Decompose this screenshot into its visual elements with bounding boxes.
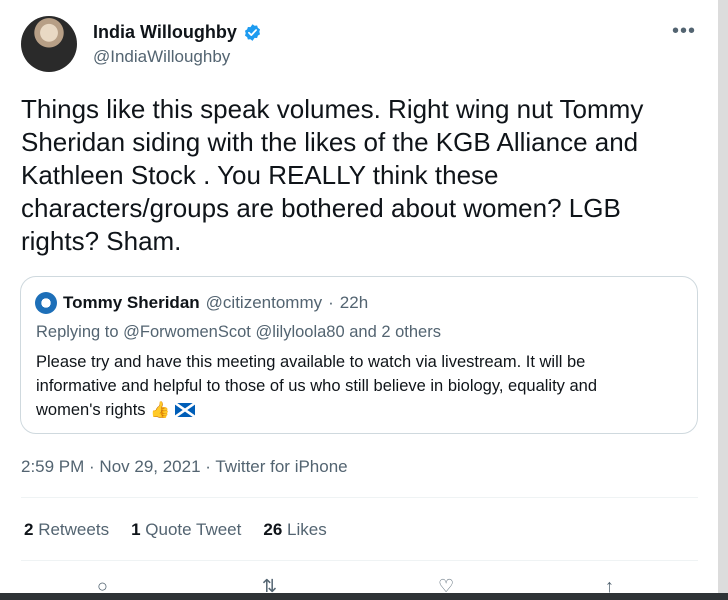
thumbs-up-icon: 👍 xyxy=(150,402,171,419)
quoted-text-line-2: informative and helpful to those of us w… xyxy=(36,377,598,395)
more-options-icon[interactable]: ••• xyxy=(672,20,696,43)
action-bar: ○ ⇅ ♡ ↑ xyxy=(0,577,728,595)
quoted-text-line-3: women's rights 👍 xyxy=(36,398,676,423)
bottom-bar xyxy=(0,593,728,600)
quoted-text: Please try and have this meeting availab… xyxy=(36,350,676,423)
quoted-separator: · xyxy=(328,293,334,312)
replying-prefix: Replying to xyxy=(36,323,119,341)
tweet-timestamp[interactable]: 2:59 PM · Nov 29, 2021 · Twitter for iPh… xyxy=(21,457,348,477)
retweets-label: Retweets xyxy=(38,520,110,539)
tweet-stats: 2 Retweets 1 Quote Tweet 26 Likes xyxy=(24,520,327,540)
quoted-author-handle: @citizentommy xyxy=(205,293,323,312)
divider-top xyxy=(21,497,698,498)
like-icon[interactable]: ♡ xyxy=(438,577,454,595)
quote-tweets-stat[interactable]: 1 Quote Tweet xyxy=(131,520,241,540)
retweet-icon[interactable]: ⇅ xyxy=(262,577,277,595)
quoted-avatar[interactable] xyxy=(35,292,57,314)
quoted-replying-to: Replying to @ForwomenScot @lilyloola80 a… xyxy=(36,323,441,342)
likes-count: 26 xyxy=(263,520,283,539)
quoted-tweet-header: Tommy Sheridan @citizentommy · 22h xyxy=(35,292,368,314)
quotes-count: 1 xyxy=(131,520,141,539)
scotland-flag-icon xyxy=(174,403,195,417)
replying-handles: @ForwomenScot @lilyloola80 and 2 others xyxy=(123,323,441,341)
divider-bottom xyxy=(21,560,698,561)
share-icon[interactable]: ↑ xyxy=(605,577,614,595)
verified-badge-icon xyxy=(244,24,260,41)
quoted-author-name: Tommy Sheridan xyxy=(63,293,200,312)
likes-stat[interactable]: 26 Likes xyxy=(263,520,326,540)
quoted-time: 22h xyxy=(339,293,369,312)
author-handle[interactable]: @IndiaWilloughby xyxy=(93,47,230,67)
avatar[interactable] xyxy=(21,16,77,72)
likes-label: Likes xyxy=(287,520,327,539)
quoted-tweet[interactable]: Tommy Sheridan @citizentommy · 22h Reply… xyxy=(20,276,698,434)
retweets-stat[interactable]: 2 Retweets xyxy=(24,520,109,540)
author-display-name[interactable]: India Willoughby xyxy=(93,22,237,43)
reply-icon[interactable]: ○ xyxy=(97,577,108,595)
quoted-text-line-3-text: women's rights xyxy=(36,401,146,419)
quotes-label: Quote Tweet xyxy=(145,520,242,539)
author-name-row: India Willoughby xyxy=(93,22,262,43)
tweet-text: Things like this speak volumes. Right wi… xyxy=(21,94,644,256)
retweets-count: 2 xyxy=(24,520,34,539)
window-edge xyxy=(718,0,728,600)
quoted-text-line-1: Please try and have this meeting availab… xyxy=(36,353,586,371)
